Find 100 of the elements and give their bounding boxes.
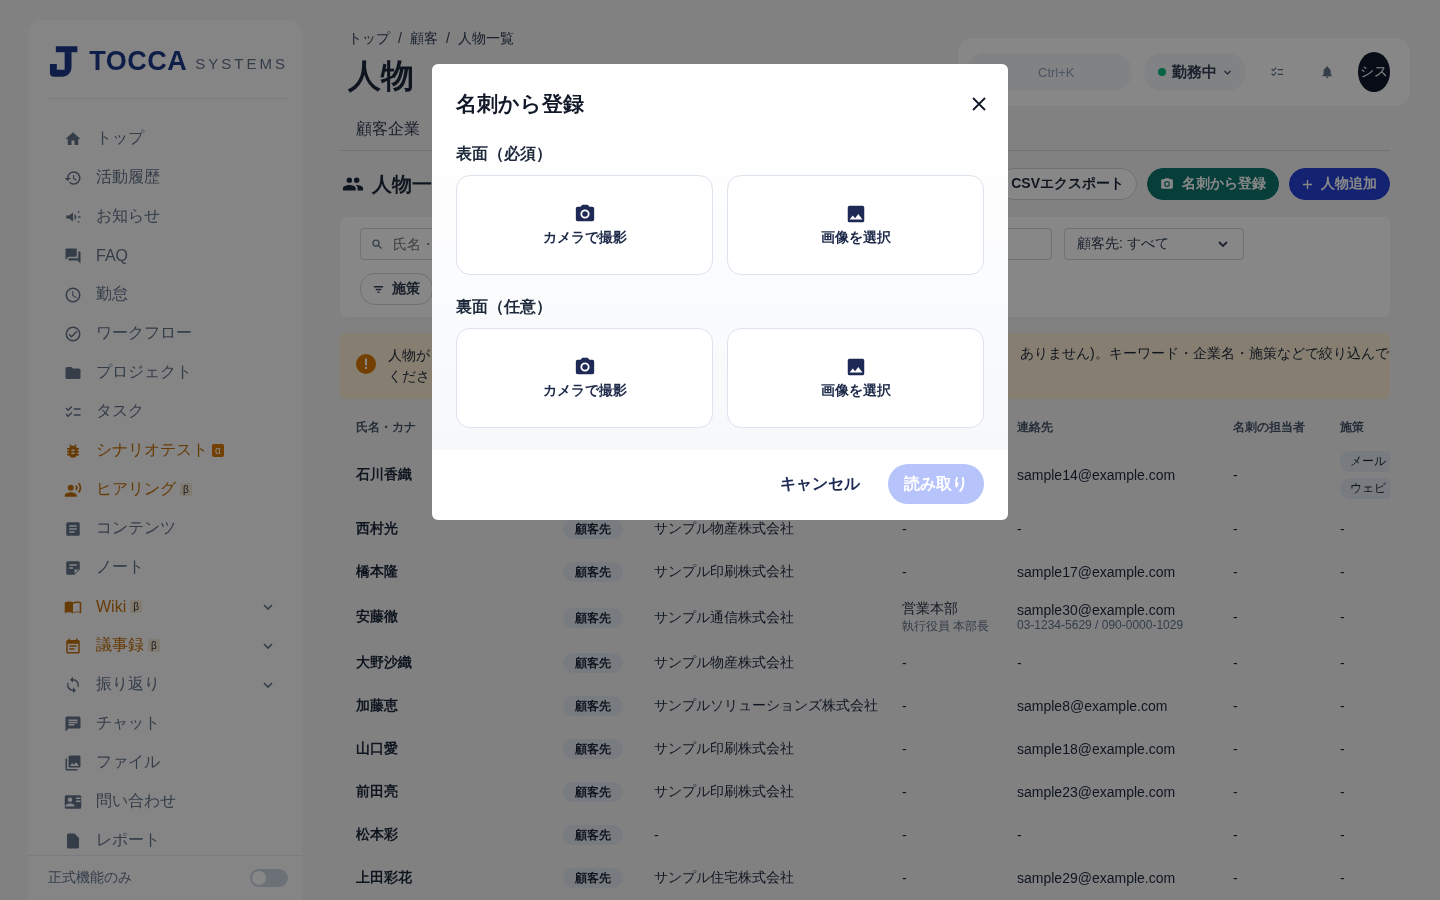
table-cell-text: - — [1340, 697, 1346, 714]
sidebar-item-label: ワークフロー — [96, 323, 192, 343]
stage-badge: β — [148, 639, 160, 652]
type-badge: 顧客先 — [563, 782, 623, 802]
sidebar-item[interactable]: FAQ — [28, 236, 302, 275]
table-cell-text: sample30@example.com — [1017, 602, 1177, 618]
table-cell: サンプル物産株式会社 — [654, 654, 794, 670]
sidebar-item-label: Wiki — [96, 597, 127, 616]
table-cell: サンプル印刷株式会社 — [654, 563, 794, 579]
tab[interactable]: 顧客企業 — [356, 118, 420, 140]
calendar-icon — [64, 636, 82, 655]
table-cell-text: - — [902, 826, 908, 843]
camera-icon — [1160, 177, 1174, 191]
search-icon — [371, 238, 383, 250]
sidebar-item[interactable]: ノート — [28, 548, 302, 587]
table-cell-text: - — [902, 520, 908, 537]
type-badge: 顧客先 — [563, 825, 623, 845]
status-dropdown[interactable]: 勤務中 — [1143, 53, 1246, 91]
table-cell-text: sample18@example.com — [1017, 740, 1177, 757]
sidebar-item[interactable]: 問い合わせ — [28, 782, 302, 821]
sidebar-item[interactable]: チャット — [28, 704, 302, 743]
sidebar-item[interactable]: 活動履歴 — [28, 158, 302, 197]
type-badge: 顧客先 — [563, 607, 623, 628]
chat-icon — [64, 714, 82, 733]
breadcrumb-link[interactable]: 人物一覧 — [457, 30, 514, 48]
sidebar-item-label: ノート — [96, 557, 144, 577]
table-cell-text: - — [1017, 520, 1023, 537]
alert-text: 人物が — [388, 346, 431, 365]
table-cell-text: - — [1233, 826, 1239, 843]
table-cell-text: sample17@example.com — [1017, 563, 1177, 580]
alert-text: ありません)。キーワード・企業名・施策などで絞り込んで — [1020, 345, 1389, 363]
sidebar-item[interactable]: トップ — [28, 119, 302, 158]
sidebar-item[interactable]: 勤怠 — [28, 275, 302, 314]
cancel-button[interactable]: キャンセル — [772, 465, 868, 503]
sidebar-item[interactable]: 議事録 β — [28, 626, 302, 665]
table-cell-text: 西村光 — [356, 519, 399, 538]
upload-option[interactable]: カメラで撮影 — [456, 328, 713, 428]
upload-option[interactable]: カメラで撮影 — [456, 175, 713, 275]
sidebar-item[interactable]: プロジェクト — [28, 353, 302, 392]
table-cell-text: 営業本部 — [902, 599, 959, 618]
table-cell-text: - — [902, 697, 908, 714]
table-cell-text: - — [1233, 654, 1239, 671]
table-cell: - — [654, 826, 659, 843]
breadcrumb-separator: / — [398, 30, 402, 48]
type-badge: 顧客先 — [563, 696, 623, 716]
sidebar-item-label: レポート — [96, 830, 160, 850]
table-cell-text: - — [1340, 563, 1346, 580]
sidebar-item[interactable]: タスク — [28, 392, 302, 431]
sidebar-item[interactable]: シナリオテスト α — [28, 431, 302, 470]
table-cell-text: 石川香織 — [356, 466, 413, 484]
position-text: 執行役員 本部長 — [902, 617, 991, 635]
table-cell-text: - — [1340, 826, 1346, 843]
sidebar-item[interactable]: 振り返り — [28, 665, 302, 704]
type-badge: 顧客先 — [563, 868, 623, 888]
sync-icon — [64, 675, 82, 694]
table-cell-text: - — [902, 740, 908, 757]
document-icon — [64, 519, 82, 538]
table-cell-text: 山口愛 — [356, 739, 399, 758]
history-icon — [64, 168, 82, 187]
table-cell-text: - — [1233, 869, 1239, 886]
table-cell-text: - — [1233, 563, 1239, 580]
breadcrumb-link[interactable]: 顧客 — [409, 30, 438, 48]
close-icon[interactable] — [972, 97, 986, 111]
table-cell-text: - — [1017, 654, 1023, 671]
user-avatar[interactable]: シス — [1358, 52, 1390, 92]
sidebar-item-label: お知らせ — [96, 206, 160, 226]
action-button[interactable]: 人物追加 — [1289, 168, 1390, 200]
tag: メール — [1340, 451, 1390, 472]
customer-select[interactable]: 顧客先: すべて — [1064, 228, 1244, 260]
sidebar-item[interactable]: レポート — [28, 821, 302, 855]
table-cell-text: - — [1233, 609, 1239, 625]
bug-icon — [64, 441, 82, 460]
upload-option[interactable]: 画像を選択 — [727, 175, 984, 275]
phone-text: 03-1234-5629 / 090-0000-1029 — [1017, 618, 1185, 632]
table-cell-text: - — [1340, 869, 1346, 886]
sidebar-item-label: コンテンツ — [96, 518, 176, 538]
sidebar-item[interactable]: Wiki β — [28, 587, 302, 626]
table-cell-text: 安藤徹 — [356, 608, 399, 626]
table-cell: サンプル住宅株式会社 — [654, 869, 794, 885]
chevron-down-icon — [1217, 238, 1229, 250]
type-badge: 顧客先 — [563, 562, 623, 582]
section-label: 裏面（任意） — [456, 297, 553, 317]
sidebar-item[interactable]: ヒアリング β — [28, 470, 302, 509]
chat-bubbles-icon — [64, 246, 82, 265]
table-cell-text: 前田亮 — [356, 782, 399, 801]
sidebar-item[interactable]: コンテンツ — [28, 509, 302, 548]
sidebar-item[interactable]: ファイル — [28, 743, 302, 782]
sidebar-item[interactable]: お知らせ — [28, 197, 302, 236]
toggle-switch[interactable] — [250, 869, 288, 887]
sidebar-item[interactable]: ワークフロー — [28, 314, 302, 353]
page-title: 人物 — [348, 56, 415, 96]
table-cell-text: - — [902, 869, 908, 886]
sidebar-item-label: 勤怠 — [96, 284, 128, 304]
clock-icon — [64, 285, 82, 304]
images-icon — [64, 753, 82, 772]
action-button[interactable]: 名刺から登録 — [1147, 168, 1279, 200]
bell-icon[interactable] — [1319, 63, 1335, 81]
id-card-icon — [64, 792, 82, 811]
upload-option[interactable]: 画像を選択 — [727, 328, 984, 428]
breadcrumb-link[interactable]: トップ — [348, 30, 390, 48]
